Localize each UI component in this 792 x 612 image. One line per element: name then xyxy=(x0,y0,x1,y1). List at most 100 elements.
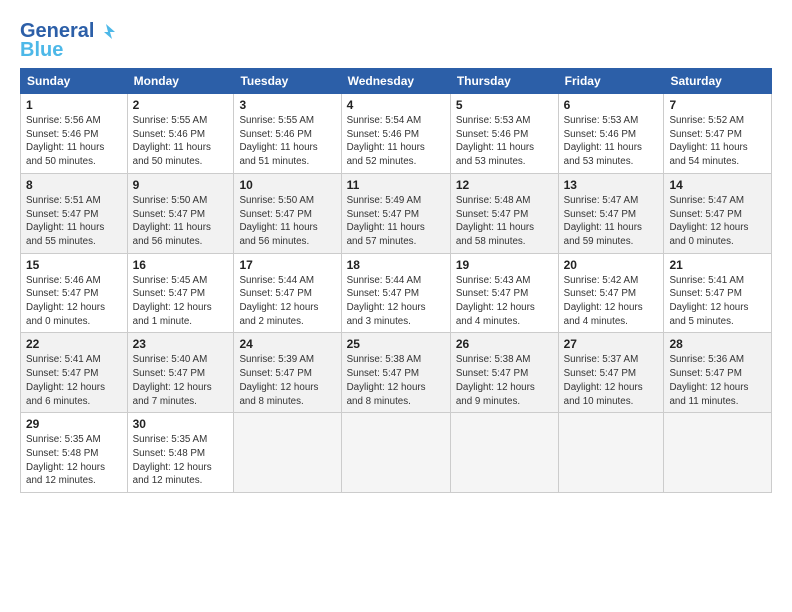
table-row: 5 Sunrise: 5:53 AM Sunset: 5:46 PM Daylig… xyxy=(450,94,558,174)
table-row: 26 Sunrise: 5:38 AM Sunset: 5:47 PM Dayli… xyxy=(450,333,558,413)
cell-day-number: 1 xyxy=(26,98,122,112)
cell-day-number: 10 xyxy=(239,178,335,192)
cell-info-text: Sunrise: 5:40 AM Sunset: 5:47 PM Dayligh… xyxy=(133,353,229,408)
cell-day-number: 14 xyxy=(669,178,766,192)
col-tuesday: Tuesday xyxy=(234,69,341,94)
cell-info-text: Sunrise: 5:51 AM Sunset: 5:47 PM Dayligh… xyxy=(26,194,122,249)
calendar-page: General Blue Sunday Monday Tuesday Wedne… xyxy=(0,0,792,612)
col-friday: Friday xyxy=(558,69,664,94)
cell-day-number: 4 xyxy=(347,98,445,112)
cell-day-number: 21 xyxy=(669,258,766,272)
cell-day-number: 27 xyxy=(564,337,659,351)
table-row: 9 Sunrise: 5:50 AM Sunset: 5:47 PM Daylig… xyxy=(127,173,234,253)
cell-day-number: 24 xyxy=(239,337,335,351)
table-row: 23 Sunrise: 5:40 AM Sunset: 5:47 PM Dayli… xyxy=(127,333,234,413)
calendar-row: 8Sunrise: 5:51 AM Sunset: 5:47 PM Daylig… xyxy=(21,173,772,253)
cell-info-text: Sunrise: 5:38 AM Sunset: 5:47 PM Dayligh… xyxy=(347,353,445,408)
cell-day-number: 3 xyxy=(239,98,335,112)
table-row: 18 Sunrise: 5:44 AM Sunset: 5:47 PM Dayli… xyxy=(341,253,450,333)
table-row: 14 Sunrise: 5:47 AM Sunset: 5:47 PM Dayli… xyxy=(664,173,772,253)
cell-day-number: 16 xyxy=(133,258,229,272)
cell-info-text: Sunrise: 5:55 AM Sunset: 5:46 PM Dayligh… xyxy=(133,114,229,169)
table-row: 10 Sunrise: 5:50 AM Sunset: 5:47 PM Dayli… xyxy=(234,173,341,253)
cell-info-text: Sunrise: 5:44 AM Sunset: 5:47 PM Dayligh… xyxy=(239,274,335,329)
cell-day-number: 6 xyxy=(564,98,659,112)
table-row: 6 Sunrise: 5:53 AM Sunset: 5:46 PM Daylig… xyxy=(558,94,664,174)
cell-day-number: 26 xyxy=(456,337,553,351)
cell-day-number: 25 xyxy=(347,337,445,351)
table-row: 22 Sunrise: 5:41 AM Sunset: 5:47 PM Dayli… xyxy=(21,333,128,413)
cell-info-text: Sunrise: 5:36 AM Sunset: 5:47 PM Dayligh… xyxy=(669,353,766,408)
cell-day-number: 17 xyxy=(239,258,335,272)
table-row: 20 Sunrise: 5:42 AM Sunset: 5:47 PM Dayli… xyxy=(558,253,664,333)
cell-day-number: 7 xyxy=(669,98,766,112)
table-row xyxy=(341,413,450,493)
calendar-body: 1 Sunrise: 5:56 AM Sunset: 5:46 PM Daylig… xyxy=(21,94,772,493)
cell-info-text: Sunrise: 5:53 AM Sunset: 5:46 PM Dayligh… xyxy=(456,114,553,169)
cell-info-text: Sunrise: 5:46 AM Sunset: 5:47 PM Dayligh… xyxy=(26,274,122,329)
cell-day-number: 22 xyxy=(26,337,122,351)
table-row: 15Sunrise: 5:46 AM Sunset: 5:47 PM Dayli… xyxy=(21,253,128,333)
col-sunday: Sunday xyxy=(21,69,128,94)
cell-day-number: 29 xyxy=(26,417,122,431)
table-row: 19 Sunrise: 5:43 AM Sunset: 5:47 PM Dayli… xyxy=(450,253,558,333)
cell-info-text: Sunrise: 5:53 AM Sunset: 5:46 PM Dayligh… xyxy=(564,114,659,169)
cell-info-text: Sunrise: 5:41 AM Sunset: 5:47 PM Dayligh… xyxy=(669,274,766,329)
calendar-row: 22 Sunrise: 5:41 AM Sunset: 5:47 PM Dayli… xyxy=(21,333,772,413)
cell-info-text: Sunrise: 5:48 AM Sunset: 5:47 PM Dayligh… xyxy=(456,194,553,249)
table-row xyxy=(234,413,341,493)
cell-day-number: 30 xyxy=(133,417,229,431)
cell-day-number: 9 xyxy=(133,178,229,192)
cell-day-number: 18 xyxy=(347,258,445,272)
cell-info-text: Sunrise: 5:44 AM Sunset: 5:47 PM Dayligh… xyxy=(347,274,445,329)
cell-info-text: Sunrise: 5:45 AM Sunset: 5:47 PM Dayligh… xyxy=(133,274,229,329)
table-row: 17 Sunrise: 5:44 AM Sunset: 5:47 PM Dayli… xyxy=(234,253,341,333)
calendar-table: Sunday Monday Tuesday Wednesday Thursday… xyxy=(20,68,772,493)
header: General Blue xyxy=(20,16,772,62)
table-row xyxy=(558,413,664,493)
col-monday: Monday xyxy=(127,69,234,94)
table-row: 12 Sunrise: 5:48 AM Sunset: 5:47 PM Dayli… xyxy=(450,173,558,253)
table-row: 3 Sunrise: 5:55 AM Sunset: 5:46 PM Daylig… xyxy=(234,94,341,174)
cell-info-text: Sunrise: 5:42 AM Sunset: 5:47 PM Dayligh… xyxy=(564,274,659,329)
cell-info-text: Sunrise: 5:55 AM Sunset: 5:46 PM Dayligh… xyxy=(239,114,335,169)
table-row: 28 Sunrise: 5:36 AM Sunset: 5:47 PM Dayli… xyxy=(664,333,772,413)
cell-day-number: 23 xyxy=(133,337,229,351)
table-row: 8Sunrise: 5:51 AM Sunset: 5:47 PM Daylig… xyxy=(21,173,128,253)
cell-info-text: Sunrise: 5:47 AM Sunset: 5:47 PM Dayligh… xyxy=(564,194,659,249)
table-row: 16 Sunrise: 5:45 AM Sunset: 5:47 PM Dayli… xyxy=(127,253,234,333)
logo-blue-text: Blue xyxy=(20,39,63,62)
cell-info-text: Sunrise: 5:37 AM Sunset: 5:47 PM Dayligh… xyxy=(564,353,659,408)
calendar-row: 29 Sunrise: 5:35 AM Sunset: 5:48 PM Dayli… xyxy=(21,413,772,493)
cell-day-number: 2 xyxy=(133,98,229,112)
cell-info-text: Sunrise: 5:50 AM Sunset: 5:47 PM Dayligh… xyxy=(239,194,335,249)
calendar-row: 1 Sunrise: 5:56 AM Sunset: 5:46 PM Daylig… xyxy=(21,94,772,174)
cell-info-text: Sunrise: 5:41 AM Sunset: 5:47 PM Dayligh… xyxy=(26,353,122,408)
table-row: 24Sunrise: 5:39 AM Sunset: 5:47 PM Dayli… xyxy=(234,333,341,413)
table-row: 30Sunrise: 5:35 AM Sunset: 5:48 PM Dayli… xyxy=(127,413,234,493)
cell-day-number: 11 xyxy=(347,178,445,192)
table-row: 25 Sunrise: 5:38 AM Sunset: 5:47 PM Dayli… xyxy=(341,333,450,413)
cell-info-text: Sunrise: 5:56 AM Sunset: 5:46 PM Dayligh… xyxy=(26,114,122,169)
table-row: 29 Sunrise: 5:35 AM Sunset: 5:48 PM Dayli… xyxy=(21,413,128,493)
cell-info-text: Sunrise: 5:50 AM Sunset: 5:47 PM Dayligh… xyxy=(133,194,229,249)
cell-info-text: Sunrise: 5:47 AM Sunset: 5:47 PM Dayligh… xyxy=(669,194,766,249)
header-row: Sunday Monday Tuesday Wednesday Thursday… xyxy=(21,69,772,94)
table-row: 7Sunrise: 5:52 AM Sunset: 5:47 PM Daylig… xyxy=(664,94,772,174)
cell-day-number: 20 xyxy=(564,258,659,272)
col-wednesday: Wednesday xyxy=(341,69,450,94)
cell-info-text: Sunrise: 5:38 AM Sunset: 5:47 PM Dayligh… xyxy=(456,353,553,408)
table-row: 13Sunrise: 5:47 AM Sunset: 5:47 PM Dayli… xyxy=(558,173,664,253)
cell-day-number: 28 xyxy=(669,337,766,351)
cell-info-text: Sunrise: 5:35 AM Sunset: 5:48 PM Dayligh… xyxy=(26,433,122,488)
cell-day-number: 12 xyxy=(456,178,553,192)
table-row: 21 Sunrise: 5:41 AM Sunset: 5:47 PM Dayli… xyxy=(664,253,772,333)
table-row: 2 Sunrise: 5:55 AM Sunset: 5:46 PM Daylig… xyxy=(127,94,234,174)
logo: General Blue xyxy=(20,20,117,62)
col-thursday: Thursday xyxy=(450,69,558,94)
col-saturday: Saturday xyxy=(664,69,772,94)
cell-info-text: Sunrise: 5:43 AM Sunset: 5:47 PM Dayligh… xyxy=(456,274,553,329)
cell-day-number: 5 xyxy=(456,98,553,112)
table-row xyxy=(664,413,772,493)
cell-day-number: 19 xyxy=(456,258,553,272)
